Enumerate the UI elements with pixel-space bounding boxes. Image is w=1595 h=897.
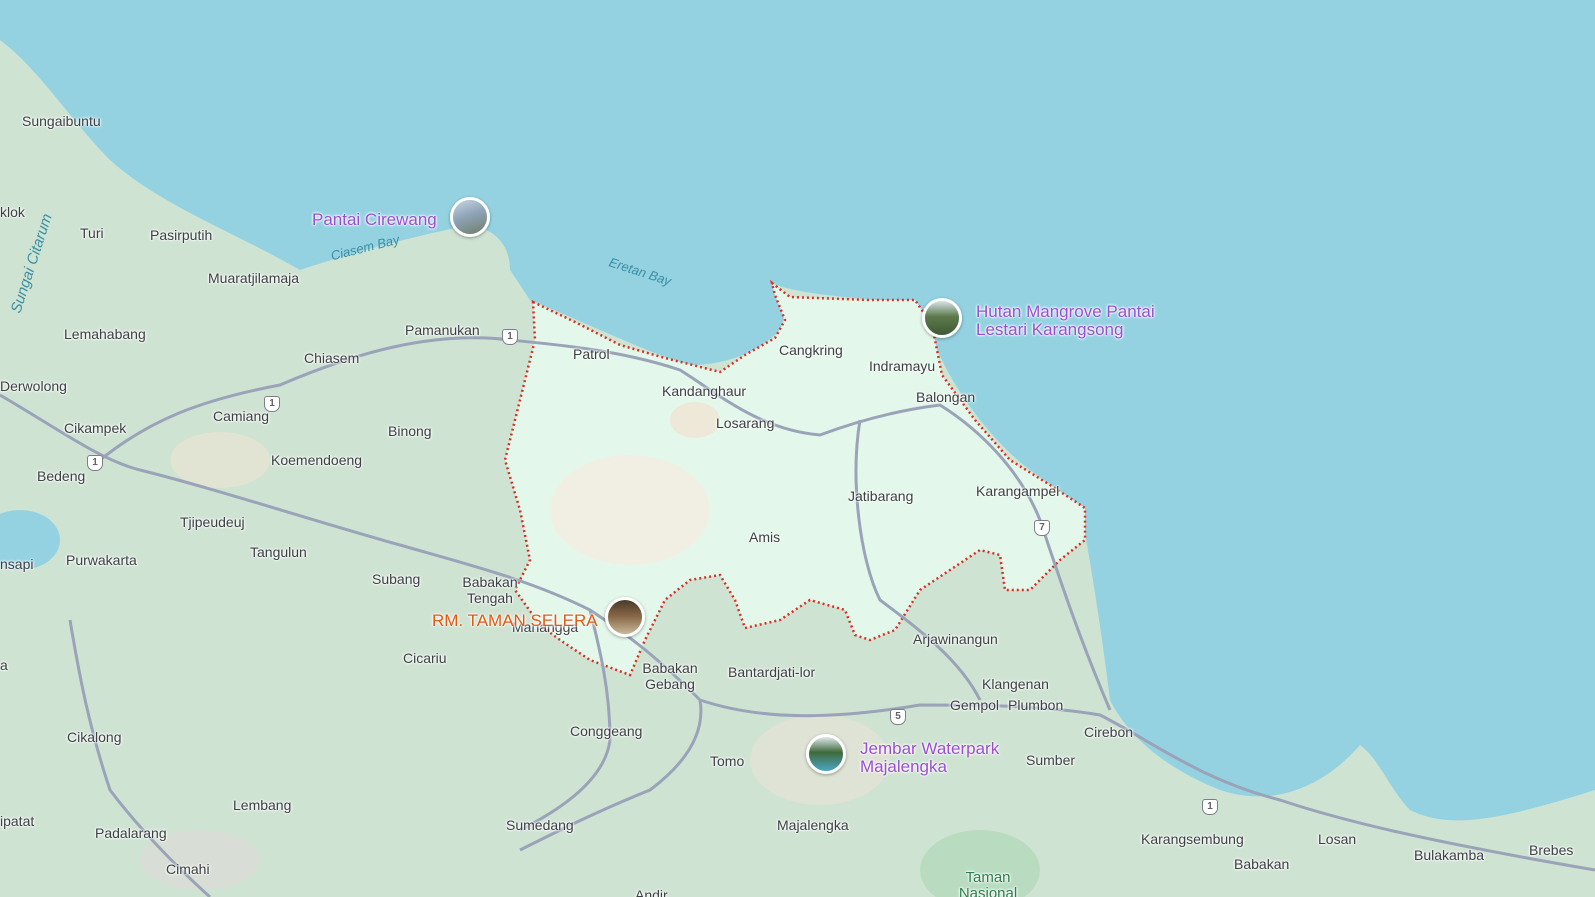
map-canvas[interactable]: Ciasem Bay Eretan Bay Sungai Citarum Sun… <box>0 0 1595 897</box>
poi-pantai-cirewang-label[interactable]: Pantai Cirewang <box>312 211 437 229</box>
poi-jembar-waterpark-label[interactable]: Jembar Waterpark Majalengka <box>860 740 1030 776</box>
place-bulakamba[interactable]: Bulakamba <box>1414 847 1484 863</box>
route-7-shield: 7 <box>1034 520 1050 536</box>
place-jatibarang[interactable]: Jatibarang <box>848 488 913 504</box>
place-cikalong[interactable]: Cikalong <box>67 729 121 745</box>
place-nsapi[interactable]: nsapi <box>0 556 33 572</box>
route-1-shield-camiang: 1 <box>264 396 280 412</box>
route-1-shield-cikampek: 1 <box>87 455 103 471</box>
place-klok[interactable]: klok <box>0 204 25 220</box>
map-base-layer <box>0 0 1595 897</box>
poi-taman-selera-pin[interactable] <box>605 597 645 637</box>
place-lembang[interactable]: Lembang <box>233 797 291 813</box>
place-cicariu[interactable]: Cicariu <box>403 650 447 666</box>
place-losan[interactable]: Losan <box>1318 831 1356 847</box>
place-pamanukan[interactable]: Pamanukan <box>405 322 480 338</box>
place-karangsembung[interactable]: Karangsembung <box>1141 831 1244 847</box>
route-1-shield-cirebon: 1 <box>1202 799 1218 815</box>
place-ipatat[interactable]: ipatat <box>0 813 34 829</box>
place-cirebon[interactable]: Cirebon <box>1084 724 1133 740</box>
place-tomo[interactable]: Tomo <box>710 753 744 769</box>
poi-hutan-mangrove-label[interactable]: Hutan Mangrove Pantai Lestari Karangsong <box>976 303 1176 339</box>
mangrove-photo-icon <box>925 301 959 335</box>
place-subang[interactable]: Subang <box>372 571 420 587</box>
restaurant-photo-icon <box>608 600 642 634</box>
place-derwolong[interactable]: Derwolong <box>0 378 67 394</box>
place-amis[interactable]: Amis <box>749 529 780 545</box>
place-sumber[interactable]: Sumber <box>1026 752 1075 768</box>
place-taman-nasional[interactable]: Taman Nasional <box>948 870 1028 897</box>
place-gempol[interactable]: Gempol <box>950 697 999 713</box>
place-bedeng[interactable]: Bedeng <box>37 468 85 484</box>
place-indramayu[interactable]: Indramayu <box>869 358 935 374</box>
place-chiasem[interactable]: Chiasem <box>304 350 359 366</box>
place-bantardjati-lor[interactable]: Bantardjati-lor <box>728 664 815 680</box>
poi-hutan-mangrove-pin[interactable] <box>922 298 962 338</box>
place-camiang[interactable]: Camiang <box>213 408 269 424</box>
place-binong[interactable]: Binong <box>388 423 432 439</box>
waterpark-photo-icon <box>809 737 843 771</box>
place-brebes[interactable]: Brebes <box>1529 842 1573 858</box>
place-tangulun[interactable]: Tangulun <box>250 544 307 560</box>
place-majalengka[interactable]: Majalengka <box>777 817 849 833</box>
place-kandanghaur[interactable]: Kandanghaur <box>662 383 746 399</box>
place-cikampek[interactable]: Cikampek <box>64 420 126 436</box>
place-muaratjilamaja[interactable]: Muaratjilamaja <box>208 270 299 286</box>
place-plumbon[interactable]: Plumbon <box>1008 697 1063 713</box>
place-balongan[interactable]: Balongan <box>916 389 975 405</box>
place-cangkring[interactable]: Cangkring <box>779 342 843 358</box>
place-karangampel[interactable]: Karangampel <box>976 483 1059 499</box>
place-pasirputih[interactable]: Pasirputih <box>150 227 212 243</box>
beach-photo-icon <box>453 200 487 234</box>
place-andir[interactable]: Andir <box>635 887 668 897</box>
place-koemendoeng[interactable]: Koemendoeng <box>271 452 362 468</box>
place-babakan[interactable]: Babakan <box>1234 856 1289 872</box>
place-sumedang[interactable]: Sumedang <box>506 817 574 833</box>
place-cimahi[interactable]: Cimahi <box>166 861 210 877</box>
place-tjipeudeuj[interactable]: Tjipeudeuj <box>180 514 245 530</box>
place-a[interactable]: a <box>0 657 8 673</box>
route-1-shield-pamanukan: 1 <box>502 329 518 345</box>
route-5-shield: 5 <box>890 709 906 725</box>
place-conggeang[interactable]: Conggeang <box>570 723 642 739</box>
place-babakan-tengah[interactable]: Babakan Tengah <box>455 574 525 606</box>
place-sungaibuntu[interactable]: Sungaibuntu <box>22 113 101 129</box>
place-purwakarta[interactable]: Purwakarta <box>66 552 137 568</box>
place-babakan-gebang[interactable]: Babakan Gebang <box>638 660 702 692</box>
place-losarang[interactable]: Losarang <box>716 415 774 431</box>
place-patrol[interactable]: Patrol <box>573 346 610 362</box>
poi-jembar-waterpark-pin[interactable] <box>806 734 846 774</box>
place-arjawinangun[interactable]: Arjawinangun <box>913 631 998 647</box>
poi-taman-selera-label[interactable]: RM. TAMAN SELERA <box>432 612 598 630</box>
place-turi[interactable]: Turi <box>80 225 104 241</box>
place-lemahabang[interactable]: Lemahabang <box>64 326 146 342</box>
poi-pantai-cirewang-pin[interactable] <box>450 197 490 237</box>
place-padalarang[interactable]: Padalarang <box>95 825 167 841</box>
place-klangenan[interactable]: Klangenan <box>982 676 1049 692</box>
